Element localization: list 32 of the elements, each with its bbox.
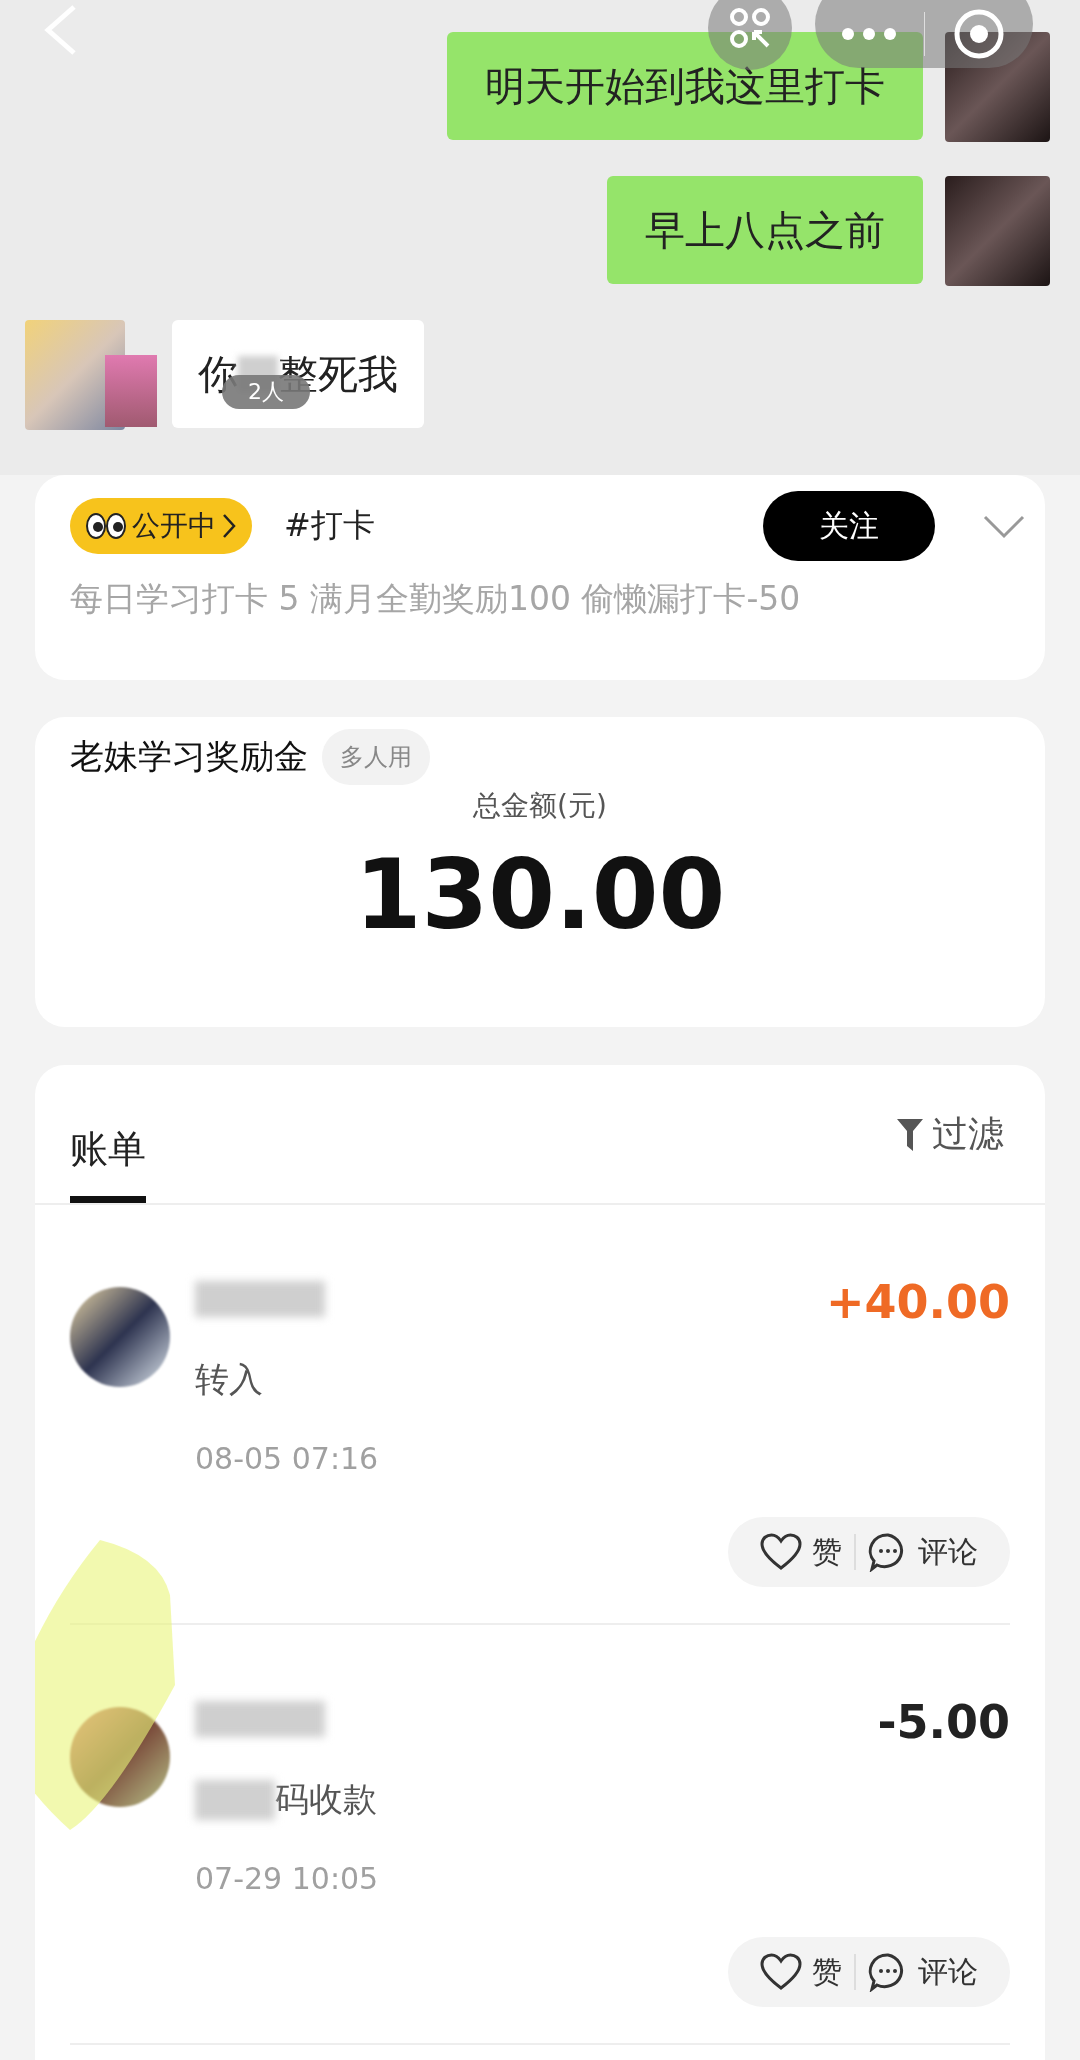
filter-icon [896, 1117, 924, 1152]
total-label: 总金额(元) [473, 788, 607, 824]
entry-description: 转入 [195, 1358, 263, 1401]
fund-title: 老妹学习奖励金 [70, 735, 308, 778]
entry-time: 08-05 07:16 [195, 1441, 380, 1476]
topic-description: 每日学习打卡 5 满月全勤奖励100 偷懒漏打卡-50 [70, 578, 802, 620]
entry-amount: +40.00 [825, 1275, 1010, 1329]
total-amount: 130.00 [354, 839, 726, 951]
comment-button[interactable]: 评论 [856, 1951, 990, 1993]
comment-button[interactable]: 评论 [856, 1531, 990, 1573]
filter-button[interactable]: 过滤 [890, 1109, 1010, 1160]
entry-description: 码收款 [275, 1778, 377, 1821]
shared-badge: 多人用 [322, 729, 430, 785]
bills-tab[interactable]: 账单 [70, 1065, 146, 1203]
heart-icon [760, 1533, 802, 1571]
like-button[interactable]: 赞 [748, 1531, 854, 1573]
target-icon[interactable] [952, 8, 1005, 60]
scan-icon [728, 6, 772, 50]
status-tag[interactable]: 公开中 [70, 498, 252, 554]
chevron-right-icon [222, 513, 236, 539]
topic-tag[interactable]: #打卡 [284, 504, 375, 548]
status-label: 公开中 [132, 508, 216, 544]
entry-time: 07-29 10:05 [195, 1861, 380, 1896]
chevron-down-icon[interactable] [983, 515, 1025, 539]
like-button[interactable]: 赞 [748, 1951, 854, 1993]
eyes-icon [86, 513, 126, 539]
follow-button[interactable]: 关注 [763, 491, 935, 561]
message-text: 明天开始到我这里打卡 [485, 61, 885, 111]
more-icon[interactable] [841, 27, 898, 41]
message-text: 早上八点之前 [645, 205, 885, 255]
entry-amount: -5.00 [877, 1695, 1010, 1749]
heart-icon [760, 1953, 802, 1991]
